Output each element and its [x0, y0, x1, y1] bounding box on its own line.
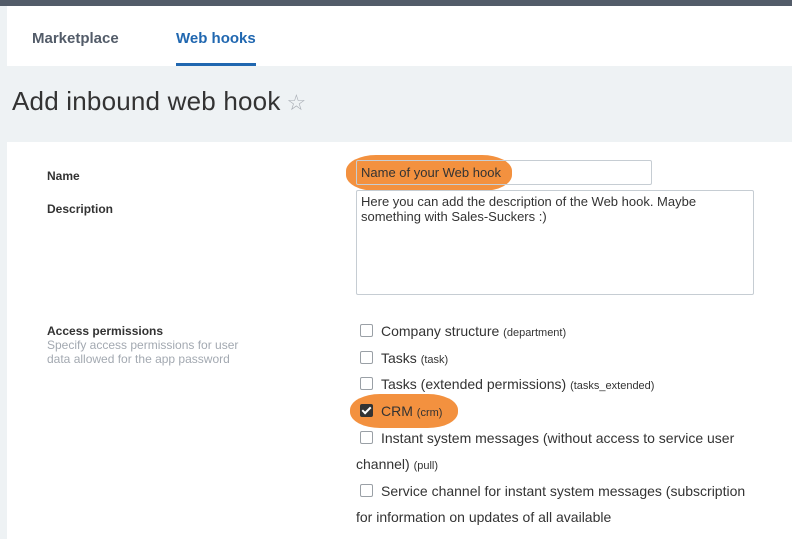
page-title: Add inbound web hook ☆ [12, 86, 306, 117]
permission-tasks[interactable]: Tasks (task) [356, 345, 756, 373]
permission-label: Service channel for instant system messa… [356, 483, 746, 525]
permission-code: (crm) [416, 407, 443, 419]
page-title-text: Add inbound web hook [12, 86, 281, 116]
permission-crm[interactable]: CRM (crm) [356, 398, 756, 426]
permission-code: (task) [420, 354, 449, 366]
name-input[interactable] [356, 160, 652, 185]
checkbox-tasks-extended[interactable] [360, 377, 373, 390]
favorite-star-icon[interactable]: ☆ [287, 90, 307, 115]
permission-label: Tasks (extended permissions) [381, 376, 567, 392]
checkbox-crm[interactable] [360, 404, 373, 417]
tab-web-hooks[interactable]: Web hooks [176, 30, 256, 47]
permission-pull[interactable]: Instant system messages (without access … [356, 425, 756, 479]
permission-label: Company structure [381, 323, 500, 339]
access-permissions-hint: Specify access permissions for user data… [47, 338, 239, 366]
active-tab-indicator [176, 63, 256, 66]
tab-bar: Marketplace Web hooks [7, 6, 792, 66]
checkbox-service-channel[interactable] [360, 484, 373, 497]
checkbox-pull[interactable] [360, 431, 373, 444]
tab-marketplace[interactable]: Marketplace [32, 30, 119, 47]
permission-code: (tasks_extended) [570, 380, 655, 392]
permission-service-channel[interactable]: Service channel for instant system messa… [356, 478, 756, 530]
checkbox-department[interactable] [360, 324, 373, 337]
form-panel: Name Description Here you can add the de… [7, 142, 792, 539]
permission-code: (pull) [413, 460, 439, 472]
description-textarea[interactable]: Here you can add the description of the … [356, 190, 754, 295]
access-permissions-label: Access permissions [47, 324, 164, 338]
name-label: Name [47, 169, 80, 183]
permission-company-structure[interactable]: Company structure (department) [356, 318, 756, 346]
permission-code: (department) [503, 327, 567, 339]
permission-label: CRM [381, 403, 413, 419]
permission-label: Tasks [381, 350, 417, 366]
checkbox-task[interactable] [360, 351, 373, 364]
description-label: Description [47, 202, 114, 216]
